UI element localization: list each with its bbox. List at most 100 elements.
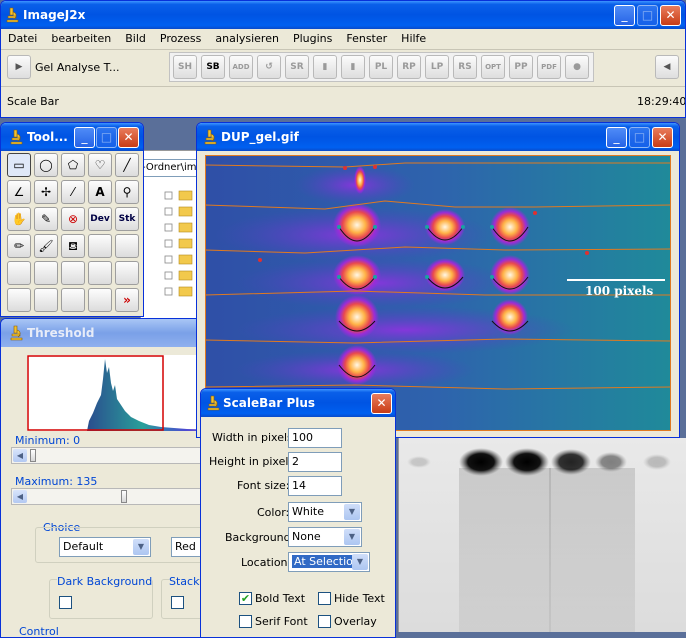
toolbar-button-rs[interactable]: RS [453,55,477,79]
empty-tool-slot[interactable] [88,234,112,258]
toolbar-button-undo[interactable]: ↺ [257,55,281,79]
color-select[interactable]: White ▼ [288,502,362,522]
empty-tool-slot[interactable] [61,288,85,312]
empty-tool-slot[interactable] [88,288,112,312]
empty-tool-slot[interactable] [34,288,58,312]
toolbar-button-add[interactable]: ADD [229,55,253,79]
scale-bar-label: 100 pixels [585,284,654,298]
point-tool-icon[interactable]: ✢ [34,180,58,204]
slider-left-arrow-icon[interactable]: ◀ [13,449,27,462]
empty-tool-slot[interactable] [7,261,31,285]
line-tool-icon[interactable]: ╱ [115,153,139,177]
wand-tool-icon[interactable]: ⁄ [61,180,85,204]
toolbar-button-pdf[interactable]: PDF [537,55,561,79]
menu-analysieren[interactable]: analysieren [215,32,279,45]
threshold-titlebar[interactable]: Threshold [1,319,209,347]
oval-tool-icon[interactable]: ◯ [34,153,58,177]
text-tool-icon[interactable]: A [88,180,112,204]
empty-tool-slot[interactable] [88,261,112,285]
dark-bg-checkbox[interactable] [59,596,72,609]
menu-hilfe[interactable]: Hilfe [401,32,426,45]
slider-thumb[interactable] [30,449,36,462]
toolbar-button-pp[interactable]: PP [509,55,533,79]
polygon-tool-icon[interactable]: ⬠ [61,153,85,177]
more-tools-icon[interactable]: » [115,288,139,312]
serif-font-checkbox[interactable] [239,615,252,628]
color-picker-tool-icon[interactable]: ✎ [34,207,58,231]
rectangle-tool-icon[interactable]: ▭ [7,153,31,177]
maximum-label: Maximum: 135 [15,475,98,488]
close-button[interactable]: ✕ [660,5,681,26]
brush-tool-icon[interactable]: 🖌 [34,234,58,258]
maximize-button[interactable]: □ [637,5,658,26]
toolbar-button-sh[interactable]: SH [173,55,197,79]
dev-tool-icon[interactable]: Dev [88,207,112,231]
gel-maximize-button[interactable]: □ [629,127,650,148]
freehand-tool-icon[interactable]: ♡ [88,153,112,177]
empty-tool-slot[interactable] [7,288,31,312]
menu-bearbeiten[interactable]: bearbeiten [51,32,111,45]
toolbar-button-lp[interactable]: LP [425,55,449,79]
toolbar-button-opt[interactable]: OPT [481,55,505,79]
minimum-slider[interactable]: ◀ [11,447,209,464]
serif-font-label: Serif Font [255,615,308,628]
angle-tool-icon[interactable]: ∠ [7,180,31,204]
main-titlebar[interactable]: ImageJ2x [1,1,685,29]
menu-plugins[interactable]: Plugins [293,32,332,45]
chevron-down-icon[interactable]: ▼ [133,539,149,555]
background-select[interactable]: None ▼ [288,527,362,547]
slider-left-arrow-icon[interactable]: ◀ [13,490,27,503]
toolbar-button-sr[interactable]: SR [285,55,309,79]
toolbar-button-rp[interactable]: RP [397,55,421,79]
stk-tool-icon[interactable]: Stk [115,207,139,231]
toolbar-button-info[interactable]: ● [565,55,589,79]
tools-maximize-button[interactable]: □ [96,127,117,148]
toolset-next-button[interactable]: ◀ [655,55,679,79]
toolbar-button-pl[interactable]: PL [369,55,393,79]
pencil-tool-icon[interactable]: ✏ [7,234,31,258]
gel-minimize-button[interactable]: _ [606,127,627,148]
menu-bar: Datei bearbeiten Bild Prozess analysieren Plu… [8,32,440,45]
microscope-icon [10,129,23,145]
menu-fenster[interactable]: Fenster [346,32,387,45]
menu-bild[interactable]: Bild [125,32,146,45]
scalebar-close-button[interactable]: ✕ [371,393,392,414]
toolbar-button-sb[interactable]: SB [201,55,225,79]
stack-checkbox[interactable] [171,596,184,609]
font-size-input[interactable]: 14 [288,476,342,496]
overlay-checkbox[interactable] [318,615,331,628]
tools-minimize-button[interactable]: _ [74,127,95,148]
toolbar-button-doc1[interactable]: ▮ [313,55,337,79]
location-select[interactable]: At Selection ▼ [288,552,370,572]
magnifier-tool-icon[interactable]: ⚲ [115,180,139,204]
toolset-prev-button[interactable]: ▶ [7,55,31,79]
flood-fill-tool-icon[interactable]: ⛾ [61,234,85,258]
menu-datei[interactable]: Datei [8,32,37,45]
height-input[interactable]: 2 [288,452,342,472]
scalebar-titlebar[interactable]: ScaleBar Plus [201,389,395,417]
empty-tool-slot[interactable] [115,261,139,285]
main-title: ImageJ2x [23,8,86,22]
tools-close-button[interactable]: ✕ [118,127,139,148]
maximum-slider[interactable]: ◀ [11,488,209,505]
method-select[interactable]: Default ▼ [59,537,151,557]
hide-text-checkbox[interactable] [318,592,331,605]
gel-gray-image[interactable] [398,438,686,632]
color-value: White [292,505,324,518]
stop-tool-icon[interactable]: ⊗ [61,207,85,231]
chevron-down-icon[interactable]: ▼ [352,554,368,570]
empty-tool-slot[interactable] [115,234,139,258]
path-field[interactable]: -Ordner\im [141,159,201,177]
menu-prozess[interactable]: Prozess [160,32,201,45]
hand-tool-icon[interactable]: ✋ [7,207,31,231]
toolbar-button-doc2[interactable]: ▮ [341,55,365,79]
bold-text-checkbox[interactable]: ✔ [239,592,252,605]
slider-thumb[interactable] [121,490,127,503]
minimize-button[interactable]: _ [614,5,635,26]
width-input[interactable]: 100 [288,428,342,448]
chevron-down-icon[interactable]: ▼ [344,529,360,545]
chevron-down-icon[interactable]: ▼ [344,504,360,520]
gel-close-button[interactable]: ✕ [652,127,673,148]
empty-tool-slot[interactable] [34,261,58,285]
empty-tool-slot[interactable] [61,261,85,285]
